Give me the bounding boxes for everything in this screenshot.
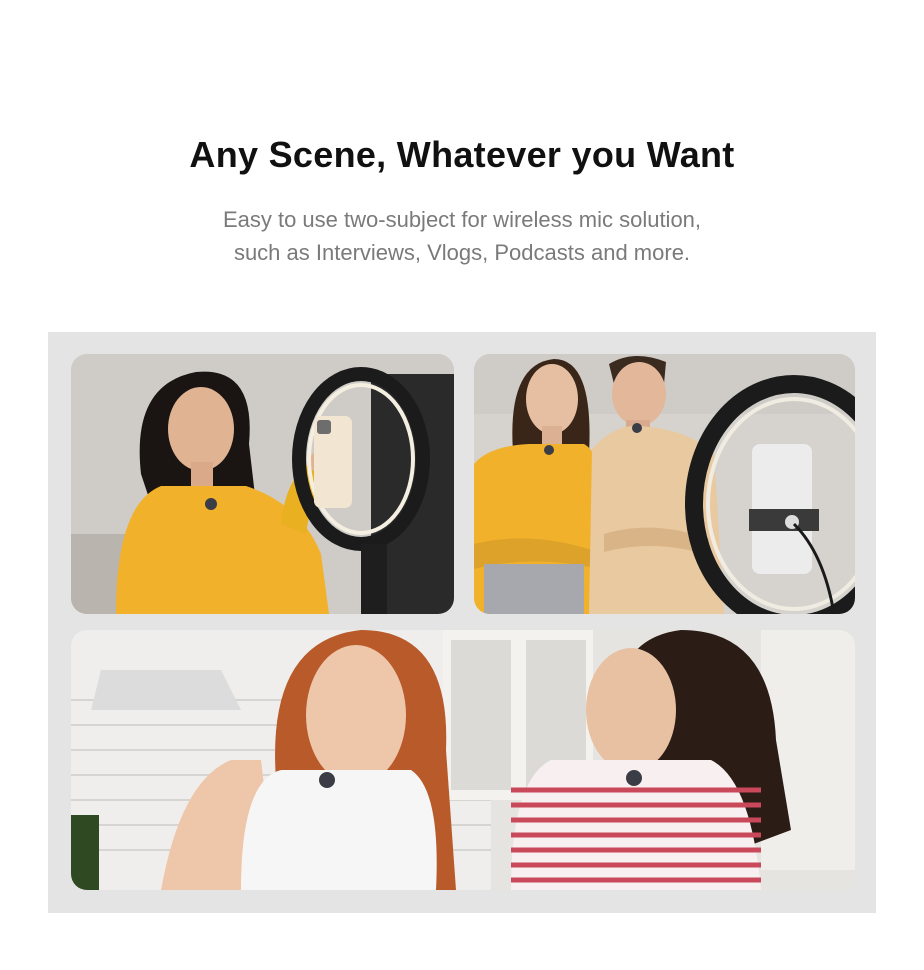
page-title: Any Scene, Whatever you Want (189, 134, 735, 175)
subtitle-line-1: Easy to use two-subject for wireless mic… (222, 207, 702, 232)
scene-gallery (48, 332, 876, 913)
subtitle-line-2: such as Interviews, Vlogs, Podcasts and … (233, 240, 691, 265)
page-subtitle: Easy to use two-subject for wireless mic… (0, 203, 924, 269)
kitchen-scene-photo (71, 630, 855, 890)
interview-scene-photo (474, 354, 855, 614)
vlog-scene-photo (71, 354, 454, 614)
